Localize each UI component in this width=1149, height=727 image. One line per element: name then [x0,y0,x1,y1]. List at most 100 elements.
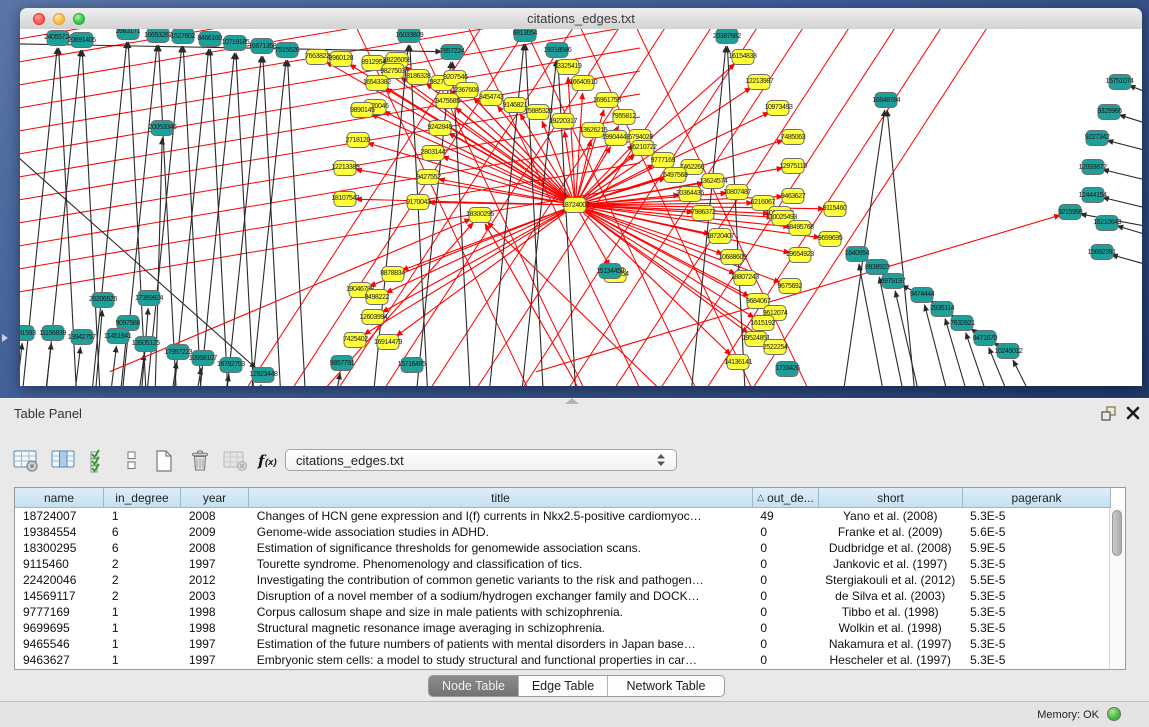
table-row[interactable]: 1938455462009Genome-wide association stu… [15,524,1110,540]
graph-node[interactable]: 9242848 [428,120,451,136]
table-cell[interactable]: 0 [752,604,818,620]
table-cell[interactable]: 5.6E-5 [962,524,1110,540]
table-cell[interactable]: 5.3E-5 [962,652,1110,668]
table-cell[interactable]: 0 [752,556,818,572]
column-header-pagerank[interactable]: pagerank [963,488,1111,508]
graph-node[interactable]: 7857224 [440,44,463,60]
graph-node[interactable]: 10973493 [767,100,790,116]
graph-node[interactable]: 19218586 [546,42,569,58]
column-header-title[interactable]: title [249,488,753,508]
table-row[interactable]: 1456911722003Disruption of a novel membe… [15,588,1110,604]
graph-node[interactable]: 1527602 [171,29,194,44]
graph-node[interactable]: 16543382 [365,75,388,91]
select-columns-icon[interactable] [48,446,80,476]
graph-node[interactable]: 10719185 [224,35,247,51]
table-cell[interactable]: 1997 [181,636,249,652]
network-canvas[interactable]: 1872400718300295766382289601288912954182… [20,29,1142,386]
graph-node[interactable]: 10245012 [997,343,1020,359]
table-cell[interactable]: 9699695 [15,620,104,636]
graph-node[interactable]: 18300295 [469,207,492,223]
graph-node[interactable]: 24055724 [47,30,70,46]
table-cell[interactable]: 18724007 [15,508,104,524]
table-cell[interactable]: 49 [752,508,818,524]
graph-node[interactable]: 16210643 [1096,215,1119,231]
tab-node-table[interactable]: Node Table [429,676,519,696]
graph-node[interactable]: 12923448 [252,367,275,383]
graph-node[interactable]: 9391593 [20,325,35,341]
column-header-short[interactable]: short [819,488,963,508]
node-attribute-table[interactable]: namein_degreeyeartitle△out_de...shortpag… [14,487,1126,670]
table-row[interactable]: 969969511998Structural magnetic resonanc… [15,620,1110,636]
table-cell[interactable]: Estimation of the future numbers of pati… [249,636,753,652]
graph-node[interactable]: 6979197 [881,273,904,289]
network-window-titlebar[interactable]: citations_edges.txt [20,8,1142,30]
graph-node[interactable]: 16961758 [595,92,618,108]
graph-node[interactable]: 16782753 [219,357,242,373]
graph-hub-node[interactable]: 18724007 [564,197,587,213]
graph-node[interactable]: 1733426 [776,361,799,377]
graph-node[interactable]: 9475685 [436,93,459,109]
graph-node[interactable]: 7986372 [692,205,715,221]
graph-node[interactable]: 13505125 [134,336,157,352]
panel-resize-grip[interactable] [565,398,579,404]
graph-node[interactable]: 7515526 [276,42,299,58]
graph-node[interactable]: 7955812 [612,109,635,125]
table-cell[interactable]: 9115460 [15,556,104,572]
table-cell[interactable]: 1 [104,652,181,668]
table-cell[interactable]: 0 [752,588,818,604]
graph-node[interactable]: 12975115 [782,158,805,174]
table-cell[interactable]: 0 [752,572,818,588]
table-cell[interactable]: Embryonic stem cells: a model to study s… [249,652,753,668]
graph-node[interactable]: 2718120 [346,132,369,148]
table-cell[interactable]: Dudbridge et al. (2008) [818,540,962,556]
unselect-all-icon[interactable] [116,446,148,476]
table-cell[interactable]: Yano et al. (2008) [818,508,962,524]
graph-node[interactable]: 19654923 [788,247,811,263]
graph-node[interactable]: 9215958 [1059,204,1082,220]
table-settings-icon[interactable] [10,446,42,476]
table-cell[interactable]: 0 [752,524,818,540]
float-panel-icon[interactable] [1098,405,1118,423]
memory-status-indicator[interactable] [1107,707,1121,721]
table-cell[interactable]: 1 [104,508,181,524]
table-cell[interactable]: 5.3E-5 [962,604,1110,620]
graph-node[interactable]: 13624574 [702,173,725,189]
table-cell[interactable]: 5.3E-5 [962,588,1110,604]
table-row[interactable]: 2242004622012Investigating the contribut… [15,572,1110,588]
graph-node[interactable]: 20206526 [92,292,115,308]
table-cell[interactable]: 2008 [181,540,249,556]
select-all-icon[interactable] [84,446,116,476]
graph-node[interactable]: 8466160 [198,31,221,47]
graph-node[interactable]: 13942757 [70,329,93,345]
table-cell[interactable]: 2 [104,588,181,604]
table-cell[interactable]: Nakamura et al. (1997) [818,636,962,652]
scrollbar-thumb[interactable] [1112,510,1122,556]
table-cell[interactable]: 5.5E-5 [962,572,1110,588]
graph-node[interactable]: 8471670 [973,330,996,346]
graph-node[interactable]: 16640910 [572,75,595,91]
table-row[interactable]: 1830029562008Estimation of significance … [15,540,1110,556]
table-cell[interactable]: 1998 [181,604,249,620]
graph-node[interactable]: 16033809 [398,29,421,43]
table-cell[interactable]: 19384554 [15,524,104,540]
graph-node[interactable]: 1615192 [751,315,774,331]
tab-network-table[interactable]: Network Table [608,676,724,696]
graph-node[interactable]: 14136141 [727,354,750,370]
graph-node[interactable]: 11451941 [106,328,129,344]
table-cell[interactable]: Jankovic et al. (1997) [818,556,962,572]
table-cell[interactable]: Stergiakouli et al. (2012) [818,572,962,588]
table-cell[interactable]: 1997 [181,652,249,668]
table-cell[interactable]: 0 [752,652,818,668]
graph-node[interactable]: 16648784 [875,92,898,108]
graph-node[interactable]: 10807487 [725,184,748,200]
table-cell[interactable]: Franke et al. (2009) [818,524,962,540]
column-header-in_degree[interactable]: in_degree [104,488,181,508]
close-panel-icon[interactable] [1124,404,1142,422]
table-cell[interactable]: Disruption of a novel member of a sodium… [249,588,753,604]
table-cell[interactable]: 9463627 [15,652,104,668]
table-cell[interactable]: 22420046 [15,572,104,588]
graph-node[interactable]: 8813054 [513,29,536,42]
graph-node[interactable]: 17359924 [138,290,161,306]
vertical-scrollbar[interactable] [1109,508,1125,669]
graph-node[interactable]: 7485063 [782,129,805,145]
